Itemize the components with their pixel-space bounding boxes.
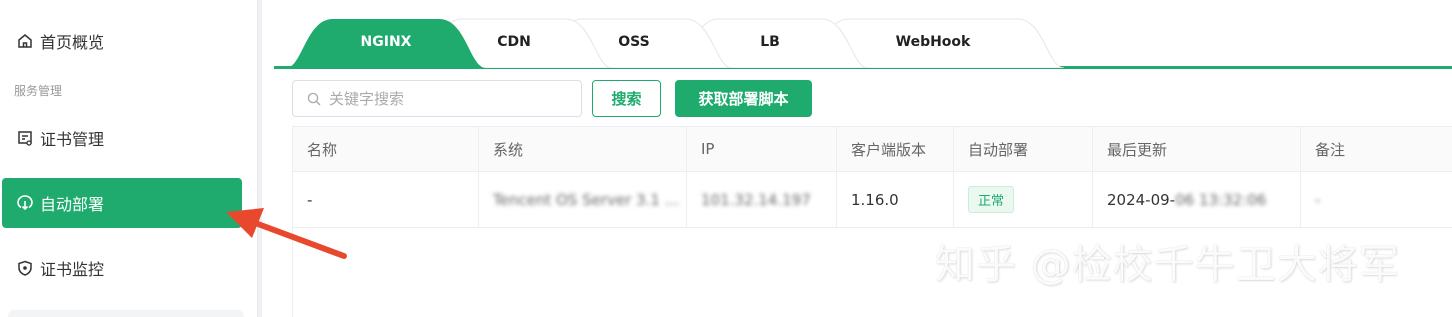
cell-client-version: 1.16.0 xyxy=(837,172,954,227)
certificate-icon xyxy=(16,129,34,147)
column-header: 系统 xyxy=(479,127,687,171)
sidebar-item-home[interactable]: 首页概览 xyxy=(2,16,242,66)
blurred-text: Tencent OS Server 3.1 ... xyxy=(493,190,679,209)
deploy-icon xyxy=(16,194,34,212)
blurred-text: 06 13:32:06 xyxy=(1175,190,1267,209)
sidebar: 首页概览 服务管理 证书管理 自动部署 证书监控 xyxy=(0,0,258,317)
sidebar-footer xyxy=(8,310,244,317)
cell-note: - xyxy=(1301,172,1452,227)
sidebar-item-label: 证书管理 xyxy=(40,130,105,149)
table-header: 名称 系统 IP 客户端版本 自动部署 最后更新 备注 xyxy=(293,126,1452,172)
cell-ip: 101.32.14.197 xyxy=(687,172,837,227)
tab-nginx[interactable]: NGINX xyxy=(286,16,486,68)
sidebar-item-label: 证书监控 xyxy=(40,260,105,279)
tab-label: NGINX xyxy=(360,34,412,50)
blurred-text: - xyxy=(1315,190,1321,209)
column-header: IP xyxy=(687,127,837,171)
sidebar-item-label: 首页概览 xyxy=(40,33,105,52)
cell-auto-deploy: 正常 xyxy=(954,172,1093,227)
column-header: 最后更新 xyxy=(1093,127,1301,171)
column-header: 客户端版本 xyxy=(837,127,954,171)
column-header: 名称 xyxy=(293,127,479,171)
sidebar-item-certificates[interactable]: 证书管理 xyxy=(2,113,242,163)
app-root: 首页概览 服务管理 证书管理 自动部署 证书监控 WebHook LB OSS … xyxy=(0,0,1452,317)
column-header: 备注 xyxy=(1315,140,1346,159)
get-deploy-script-button[interactable]: 获取部署脚本 xyxy=(675,80,812,117)
tab-bar: WebHook LB OSS CDN NGINX xyxy=(274,0,1452,70)
updated-date: 2024-09- xyxy=(1107,190,1176,209)
red-arrow-annotation xyxy=(226,208,347,259)
status-badge: 正常 xyxy=(968,186,1015,213)
sidebar-group-label: 服务管理 xyxy=(14,84,63,98)
cell-system: Tencent OS Server 3.1 ... xyxy=(479,172,687,227)
search-placeholder: 关键字搜索 xyxy=(329,90,405,108)
search-button[interactable]: 搜索 xyxy=(592,80,661,117)
search-icon xyxy=(307,92,321,106)
blurred-text: 101.32.14.197 xyxy=(701,190,811,209)
sidebar-item-label: 自动部署 xyxy=(40,195,105,214)
cell-updated: 2024-09- 06 13:32:06 xyxy=(1093,172,1301,227)
sidebar-item-monitor[interactable]: 证书监控 xyxy=(2,243,242,293)
shield-icon xyxy=(16,259,34,277)
sidebar-item-auto-deploy[interactable]: 自动部署 xyxy=(2,178,242,228)
search-input[interactable]: 关键字搜索 xyxy=(292,80,582,117)
home-icon xyxy=(16,32,34,50)
watermark: 知乎 @检校千牛卫大将军 xyxy=(935,242,1400,288)
table-row[interactable]: - Tencent OS Server 3.1 ... 101.32.14.19… xyxy=(293,172,1452,228)
column-header: 自动部署 xyxy=(954,127,1093,171)
